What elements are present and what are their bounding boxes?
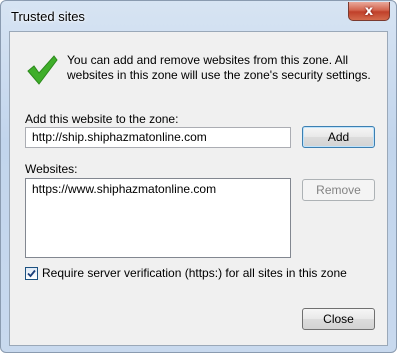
websites-label: Websites: [25, 162, 78, 176]
close-button[interactable]: Close [302, 308, 375, 330]
title-bar[interactable]: Trusted sites x [1, 1, 396, 31]
add-website-label: Add this website to the zone: [25, 112, 179, 126]
add-button[interactable]: Add [302, 126, 375, 148]
close-icon: x [364, 3, 374, 19]
close-window-button[interactable]: x [348, 2, 390, 21]
zone-info-text: You can add and remove websites from thi… [67, 53, 371, 82]
trusted-sites-dialog: Trusted sites x You can add and remove w… [0, 0, 397, 353]
green-check-icon [27, 55, 58, 85]
website-list-item[interactable]: https://www.shiphazmatonline.com [32, 182, 216, 196]
require-https-label[interactable]: Require server verification (https:) for… [42, 266, 347, 280]
websites-list[interactable]: https://www.shiphazmatonline.com [25, 178, 291, 258]
checkmark-icon [27, 269, 36, 278]
dialog-client-area: You can add and remove websites from thi… [9, 31, 388, 346]
remove-button[interactable]: Remove [302, 179, 375, 201]
window-title: Trusted sites [11, 9, 85, 24]
website-url-input[interactable]: http://ship.shiphazmatonline.com [25, 127, 291, 148]
require-https-checkbox[interactable] [25, 267, 38, 280]
